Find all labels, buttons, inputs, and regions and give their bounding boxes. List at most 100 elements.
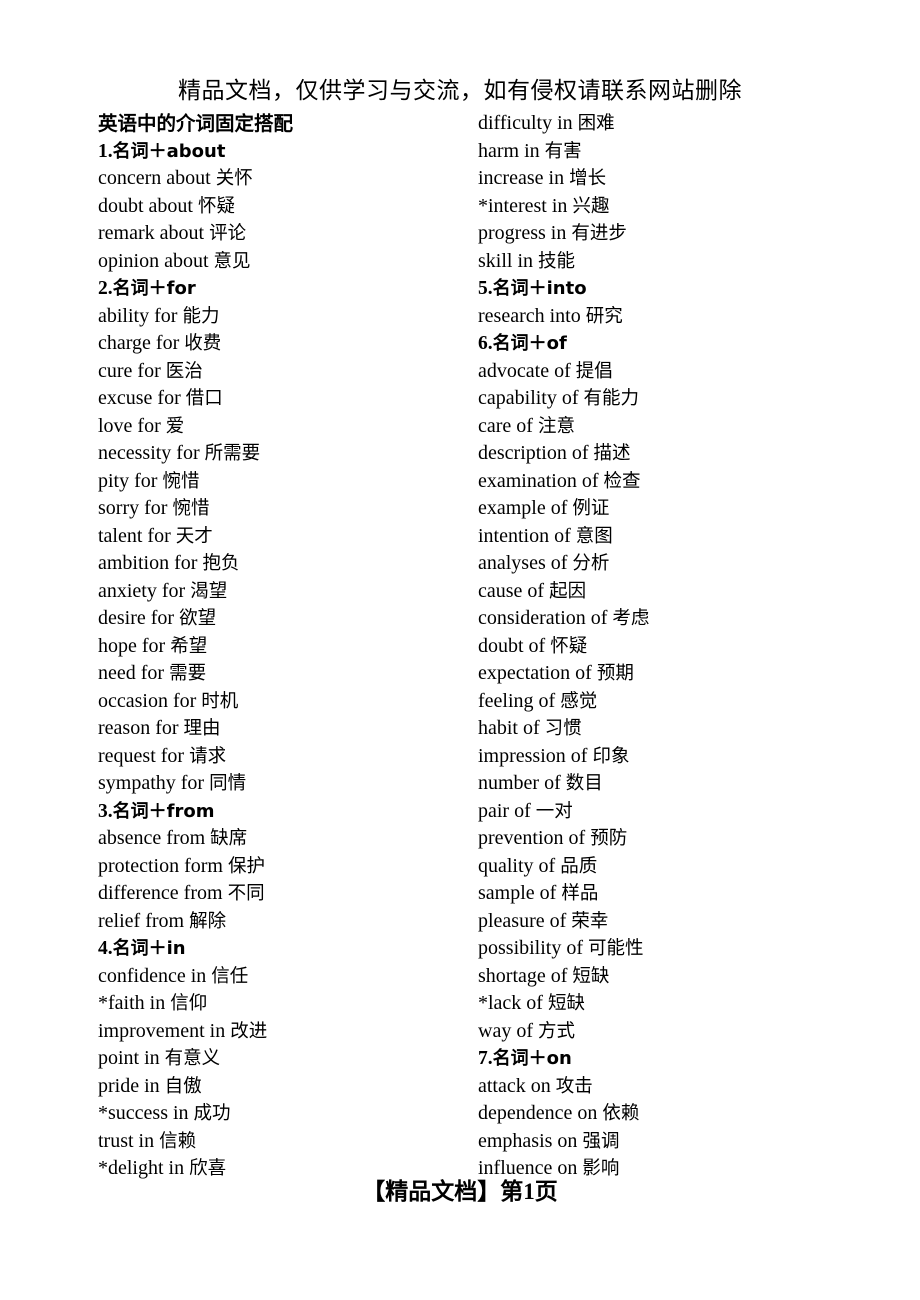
entry-chinese: 渴望 (190, 580, 228, 602)
entry-chinese: 评论 (209, 223, 247, 244)
entry-chinese: 方式 (537, 1020, 575, 1042)
glossary-entry: remark about 评论 (98, 220, 468, 248)
glossary-entry: description of 描述 (478, 440, 878, 468)
glossary-entry: pity for 惋惜 (98, 468, 468, 496)
section-heading-text: 名词＋of (492, 333, 567, 354)
entry-english: advocate of (478, 359, 576, 382)
entry-english: research into (478, 304, 586, 327)
glossary-entry: improvement in 改进 (98, 1018, 468, 1046)
entry-chinese: 信赖 (159, 1130, 197, 1152)
glossary-entry: desire for 欲望 (98, 605, 468, 633)
entry-chinese: 习惯 (544, 718, 582, 739)
entry-english: shortage of (478, 964, 573, 987)
entry-chinese: 荣幸 (571, 910, 609, 932)
entry-chinese: 样品 (561, 883, 599, 904)
entry-english: hope for (98, 634, 171, 657)
entry-english: trust in (98, 1129, 160, 1152)
section-number: 2. (98, 278, 113, 299)
entry-english: pair of (478, 799, 536, 822)
glossary-entry: protection form 保护 (98, 853, 468, 881)
entry-english: ability for (98, 304, 183, 327)
section-heading-text: 名词＋into (492, 278, 587, 299)
glossary-entry: capability of 有能力 (478, 385, 878, 413)
entry-chinese: 欣喜 (189, 1158, 227, 1179)
entry-english: attack on (478, 1074, 556, 1097)
section-number: 6. (478, 333, 493, 354)
entry-chinese: 借口 (185, 388, 223, 409)
document-page: 精品文档，仅供学习与交流，如有侵权请联系网站删除 英语中的介词固定搭配 1.名词＋… (0, 0, 920, 1300)
entry-english: ambition for (98, 552, 203, 574)
glossary-entry: feeling of 感觉 (478, 688, 878, 716)
glossary-entry: doubt of 怀疑 (478, 633, 878, 661)
entry-chinese: 天才 (175, 525, 213, 547)
glossary-entry: habit of 习惯 (478, 715, 878, 743)
glossary-entry: request for 请求 (98, 743, 468, 771)
section-heading-text: 名词＋in (112, 938, 186, 959)
entry-english: opinion about (98, 249, 214, 272)
entry-english: influence on (478, 1157, 583, 1179)
entry-english: excuse for (98, 387, 186, 409)
glossary-entry: ability for 能力 (98, 303, 468, 331)
entry-chinese: 改进 (230, 1020, 268, 1042)
entry-english: progress in (478, 222, 572, 244)
glossary-entry: research into 研究 (478, 303, 878, 331)
entry-english: relief from (98, 909, 190, 932)
entry-chinese: 关怀 (215, 168, 253, 189)
entry-english: sample of (478, 882, 562, 904)
entry-chinese: 所需要 (204, 443, 261, 464)
section-heading: 5.名词＋into (478, 275, 878, 303)
glossary-entry: skill in 技能 (478, 248, 878, 276)
glossary-entry: absence from 缺席 (98, 825, 468, 853)
glossary-entry: confidence in 信任 (98, 963, 468, 991)
entry-chinese: 描述 (593, 443, 631, 464)
entry-chinese: 请求 (189, 745, 227, 767)
glossary-entry: advocate of 提倡 (478, 358, 878, 386)
entry-chinese: 技能 (538, 250, 576, 272)
entry-chinese: 怀疑 (550, 635, 588, 657)
entry-english: pride in (98, 1074, 165, 1097)
glossary-entry: pair of 一对 (478, 798, 878, 826)
glossary-entry: difficulty in 困难 (478, 110, 878, 138)
entry-chinese: 攻击 (555, 1075, 593, 1097)
entry-english: dependence on (478, 1102, 603, 1124)
entry-english: description of (478, 442, 594, 464)
entry-chinese: 考虑 (612, 608, 650, 629)
entry-chinese: 怀疑 (198, 195, 236, 217)
glossary-entry: harm in 有害 (478, 138, 878, 166)
glossary-entry: increase in 增长 (478, 165, 878, 193)
entry-english: intention of (478, 524, 576, 547)
entry-english: possibility of (478, 937, 589, 959)
entry-english: *success in (98, 1102, 194, 1124)
page-title-text: 英语中的介词固定搭配 (98, 112, 294, 135)
entry-english: pity for (98, 469, 163, 492)
entry-english: feeling of (478, 689, 561, 712)
entry-chinese: 收费 (184, 333, 222, 354)
glossary-entry: *faith in 信仰 (98, 990, 468, 1018)
section-heading: 7.名词＋on (478, 1045, 878, 1073)
entry-chinese: 有进步 (571, 223, 627, 244)
right-text-column: difficulty in 困难 harm in 有害 increase in 增长… (478, 110, 878, 1183)
entry-english: absence from (98, 827, 211, 849)
glossary-entry: sympathy for 同情 (98, 770, 468, 798)
entry-english: number of (478, 772, 566, 794)
glossary-entry: need for 需要 (98, 660, 468, 688)
entry-english: cause of (478, 579, 550, 602)
entry-chinese: 意图 (575, 525, 613, 547)
entry-english: *faith in (98, 992, 171, 1014)
section-number: 3. (98, 800, 113, 822)
entry-chinese: 一对 (535, 800, 573, 822)
glossary-entry: point in 有意义 (98, 1045, 468, 1073)
entry-english: *interest in (478, 194, 573, 217)
glossary-entry: doubt about 怀疑 (98, 193, 468, 221)
glossary-entry: analyses of 分析 (478, 550, 878, 578)
entry-english: doubt about (98, 194, 198, 217)
entry-chinese: 意见 (213, 250, 251, 272)
entry-chinese: 强调 (582, 1130, 620, 1152)
section-heading-text: 名词＋for (112, 278, 196, 299)
section-heading-text: 名词＋on (492, 1048, 572, 1069)
entry-english: sympathy for (98, 772, 210, 794)
glossary-entry: charge for 收费 (98, 330, 468, 358)
entry-chinese: 短缺 (572, 965, 610, 987)
glossary-entry: trust in 信赖 (98, 1128, 468, 1156)
entry-english: way of (478, 1019, 538, 1042)
